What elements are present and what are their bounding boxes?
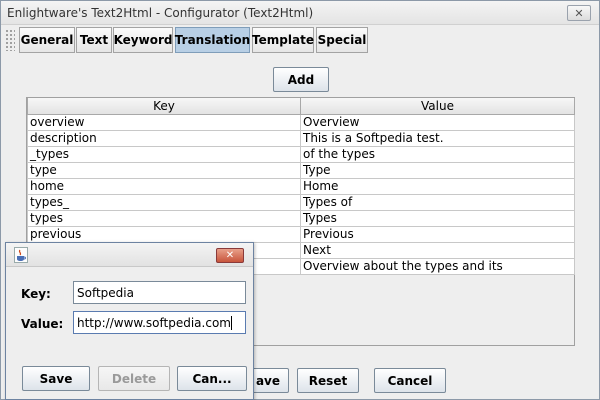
text-caret bbox=[230, 316, 232, 330]
table-row[interactable]: types_ Types of bbox=[27, 193, 575, 211]
tab-template[interactable]: Template bbox=[252, 27, 314, 53]
value-cell[interactable]: Home bbox=[300, 177, 575, 195]
close-icon: ✕ bbox=[225, 249, 235, 261]
table-row[interactable]: home Home bbox=[27, 177, 575, 195]
value-input[interactable]: http://www.softpedia.com bbox=[73, 311, 246, 334]
table-row[interactable]: type Type bbox=[27, 161, 575, 179]
value-cell[interactable]: Overview about the types and its bbox=[300, 257, 575, 275]
dialog-close-button[interactable]: ✕ bbox=[216, 248, 244, 263]
key-cell[interactable]: types bbox=[27, 209, 301, 227]
tab-keyword[interactable]: Keyword bbox=[113, 27, 173, 53]
value-cell[interactable]: Next bbox=[300, 241, 575, 259]
close-icon: ✕ bbox=[574, 6, 584, 20]
key-cell[interactable]: overview bbox=[27, 113, 301, 131]
value-cell[interactable]: of the types bbox=[300, 145, 575, 163]
value-cell[interactable]: Types of bbox=[300, 193, 575, 211]
column-header-key[interactable]: Key bbox=[27, 98, 301, 115]
table-row[interactable]: overview Overview bbox=[27, 113, 575, 131]
window-title: Enlightware's Text2Html - Configurator (… bbox=[7, 6, 314, 20]
key-cell[interactable]: types_ bbox=[27, 193, 301, 211]
table-row[interactable]: previous Previous bbox=[27, 225, 575, 243]
table-row[interactable]: types Types bbox=[27, 209, 575, 227]
key-label: Key: bbox=[21, 287, 51, 301]
java-cup-icon bbox=[14, 247, 28, 263]
key-cell[interactable]: previous bbox=[27, 225, 301, 243]
key-cell[interactable]: description bbox=[27, 129, 301, 147]
dialog-save-button[interactable]: Save bbox=[22, 366, 90, 391]
dialog-title-bar: ✕ bbox=[6, 243, 253, 267]
dialog-cancel-button[interactable]: Can... bbox=[177, 366, 247, 391]
dialog-delete-button[interactable]: Delete bbox=[98, 366, 170, 391]
value-label: Value: bbox=[21, 317, 64, 331]
tab-translation[interactable]: Translation bbox=[175, 27, 250, 53]
key-cell[interactable]: _types bbox=[27, 145, 301, 163]
table-row[interactable]: description This is a Softpedia test. bbox=[27, 129, 575, 147]
value-input-value: http://www.softpedia.com bbox=[77, 316, 231, 330]
title-bar: Enlightware's Text2Html - Configurator (… bbox=[1, 1, 599, 25]
tab-general[interactable]: General bbox=[19, 27, 75, 53]
tab-text[interactable]: Text bbox=[76, 27, 112, 53]
key-cell[interactable]: type bbox=[27, 161, 301, 179]
value-cell[interactable]: This is a Softpedia test. bbox=[300, 129, 575, 147]
key-cell[interactable]: home bbox=[27, 177, 301, 195]
toolbar-grip-icon[interactable] bbox=[5, 29, 15, 51]
column-header-value[interactable]: Value bbox=[300, 98, 575, 115]
value-cell[interactable]: Type bbox=[300, 161, 575, 179]
value-cell[interactable]: Previous bbox=[300, 225, 575, 243]
table-row[interactable]: _types of the types bbox=[27, 145, 575, 163]
tab-bar: General Text Keyword Translation Templat… bbox=[1, 26, 599, 54]
value-cell[interactable]: Types bbox=[300, 209, 575, 227]
tab-special[interactable]: Special bbox=[316, 27, 368, 53]
edit-entry-dialog: ✕ Key: Softpedia Value: http://www.softp… bbox=[5, 242, 254, 400]
cancel-button[interactable]: Cancel bbox=[374, 368, 446, 393]
window-close-button[interactable]: ✕ bbox=[567, 5, 591, 21]
key-input[interactable]: Softpedia bbox=[73, 281, 246, 304]
value-cell[interactable]: Overview bbox=[300, 113, 575, 131]
reset-button[interactable]: Reset bbox=[297, 368, 359, 393]
key-input-value: Softpedia bbox=[77, 286, 134, 300]
add-button[interactable]: Add bbox=[273, 67, 329, 92]
